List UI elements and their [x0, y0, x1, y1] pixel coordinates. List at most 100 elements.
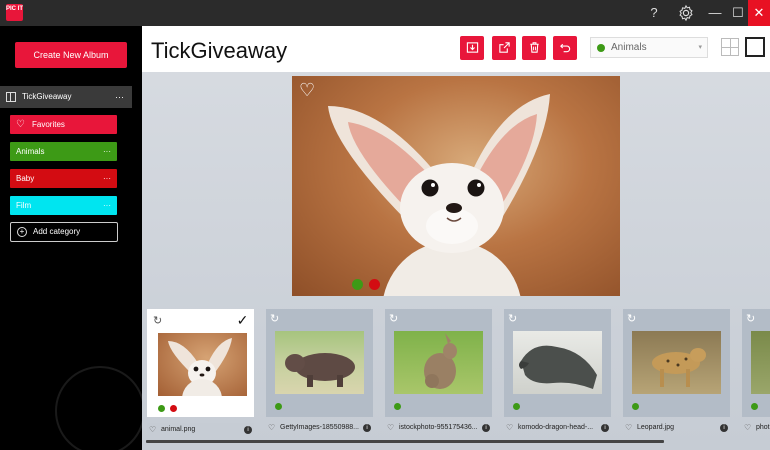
tag-dot [513, 403, 520, 410]
category-menu-button[interactable]: ··· [103, 169, 111, 188]
undo-button[interactable] [553, 36, 577, 60]
category-label: Favorites [32, 120, 65, 129]
share-button[interactable] [492, 36, 516, 60]
category-film[interactable]: Film ··· [10, 196, 117, 215]
app-logo: PIC IT [6, 4, 23, 21]
category-menu-button[interactable]: ··· [103, 196, 111, 215]
heart-icon[interactable]: ♡ [744, 421, 751, 435]
heart-icon[interactable]: ♡ [387, 421, 394, 435]
category-menu-button[interactable]: ··· [103, 142, 111, 161]
refresh-icon[interactable]: ↻ [627, 312, 636, 325]
thumbnail-caption: ♡ istockphoto-955175436... i [385, 421, 492, 435]
heart-icon[interactable]: ♡ [506, 421, 513, 435]
maximize-button[interactable]: ☐ [727, 0, 749, 26]
thumbnail-image [158, 333, 247, 396]
thumbnail-item[interactable]: ↻ ♡ komodo-dragon-head-... i [504, 309, 611, 432]
grid-view-button[interactable] [721, 38, 739, 56]
refresh-icon[interactable]: ↻ [270, 312, 279, 325]
thumbnail-filename: Leopard.jpg [637, 424, 674, 431]
heart-icon[interactable]: ♡ [625, 421, 632, 435]
thumbnail-caption: ♡ GettyImages-18550988... i [266, 421, 373, 435]
thumbnail-image [751, 331, 770, 394]
download-button[interactable] [460, 36, 484, 60]
thumbnail-filename: phot [756, 424, 770, 431]
app-window: PIC IT ? — ☐ ✕ Create New Album TickGive… [0, 0, 770, 450]
refresh-icon[interactable]: ↻ [746, 312, 755, 325]
thumbnail-caption: ♡ Leopard.jpg i [623, 421, 730, 435]
heart-icon: ♡ [16, 119, 25, 130]
plus-icon: + [17, 227, 27, 237]
trash-icon [529, 42, 539, 53]
category-color-dot [597, 44, 605, 52]
delete-button[interactable] [522, 36, 546, 60]
photo-preview[interactable]: ♡ [292, 76, 620, 296]
heart-icon[interactable]: ♡ [149, 423, 156, 437]
category-label: Film [16, 201, 32, 210]
thumbnail-filename: komodo-dragon-head-... [518, 424, 594, 431]
refresh-icon[interactable]: ↻ [508, 312, 517, 325]
album-menu-button[interactable]: ··· [115, 86, 124, 108]
single-view-button[interactable] [745, 37, 765, 57]
help-button[interactable]: ? [642, 0, 666, 26]
category-label: Animals [16, 147, 45, 156]
minimize-button[interactable]: — [704, 0, 726, 26]
share-icon [498, 42, 510, 53]
main-panel: TickGiveaway Animals ▾ ♡ ↻ ✓ ♡ animal.pn… [142, 26, 770, 450]
thumbnail-image [632, 331, 721, 394]
header: TickGiveaway Animals ▾ [142, 26, 770, 72]
info-icon[interactable]: i [601, 424, 609, 432]
category-animals[interactable]: Animals ··· [10, 142, 117, 161]
thumbnail-item[interactable]: ↻ ♡ phot [742, 309, 770, 432]
horizontal-scrollbar[interactable] [146, 440, 664, 443]
category-select[interactable]: Animals ▾ [590, 37, 708, 58]
info-icon[interactable]: i [363, 424, 371, 432]
tag-dot-baby [369, 279, 380, 290]
category-baby[interactable]: Baby ··· [10, 169, 117, 188]
tag-dot [170, 405, 177, 412]
check-icon: ✓ [233, 311, 252, 330]
category-label: Baby [16, 174, 35, 183]
settings-button[interactable] [674, 0, 698, 26]
album-name: TickGiveaway [22, 92, 72, 101]
info-icon[interactable]: i [720, 424, 728, 432]
tag-dot [275, 403, 282, 410]
favorite-heart-icon[interactable]: ♡ [299, 81, 315, 99]
refresh-icon[interactable]: ↻ [153, 314, 162, 327]
thumbnail-caption: ♡ animal.png i [147, 423, 254, 437]
thumbnail-filename: istockphoto-955175436... [399, 424, 478, 431]
fennec-fox-photo [328, 94, 550, 296]
undo-icon [559, 43, 570, 53]
gear-icon [679, 4, 693, 22]
thumbnail-item[interactable]: ↻ ♡ GettyImages-18550988... i [266, 309, 373, 432]
title-bar: PIC IT ? — ☐ ✕ [0, 0, 770, 26]
tag-dot [394, 403, 401, 410]
download-icon [466, 42, 478, 53]
tag-dot [158, 405, 165, 412]
tag-dot [632, 403, 639, 410]
category-favorites[interactable]: ♡ Favorites [10, 115, 117, 134]
close-button[interactable]: ✕ [748, 0, 770, 26]
thumbnail-item[interactable]: ↻ ♡ istockphoto-955175436... i [385, 309, 492, 432]
info-icon[interactable]: i [244, 426, 252, 434]
thumbnail-strip: ↻ ✓ ♡ animal.png i ↻ ♡ GettyImages-18550… [142, 306, 770, 450]
info-icon[interactable]: i [482, 424, 490, 432]
sidebar: Create New Album TickGiveaway ··· ♡ Favo… [0, 26, 145, 450]
thumbnail-caption: ♡ komodo-dragon-head-... i [504, 421, 611, 435]
chevron-down-icon: ▾ [698, 44, 702, 51]
create-album-button[interactable]: Create New Album [15, 42, 127, 68]
tag-dot [751, 403, 758, 410]
heart-icon[interactable]: ♡ [268, 421, 275, 435]
page-title: TickGiveaway [151, 38, 288, 63]
thumbnail-item[interactable]: ↻ ✓ ♡ animal.png i [147, 309, 254, 437]
thumbnail-filename: GettyImages-18550988... [280, 424, 359, 431]
thumbnail-image [513, 331, 602, 394]
thumbnail-image [394, 331, 483, 394]
category-select-value: Animals [611, 42, 647, 53]
watermark-logo [55, 366, 145, 450]
thumbnail-filename: animal.png [161, 426, 196, 433]
add-category-button[interactable]: + Add category [10, 222, 118, 242]
add-category-label: Add category [33, 227, 81, 236]
refresh-icon[interactable]: ↻ [389, 312, 398, 325]
thumbnail-item[interactable]: ↻ ♡ Leopard.jpg i [623, 309, 730, 432]
album-item-tickgiveaway[interactable]: TickGiveaway ··· [0, 86, 132, 108]
